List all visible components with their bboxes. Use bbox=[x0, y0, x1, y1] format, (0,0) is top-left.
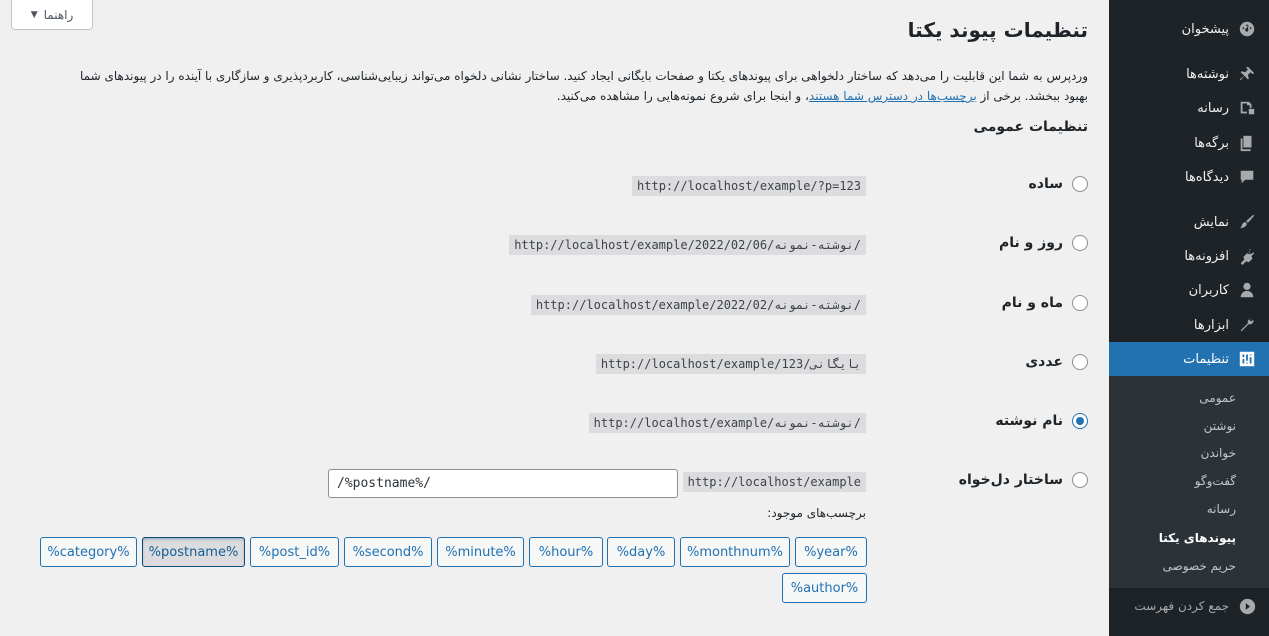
tag-button[interactable]: %author% bbox=[782, 573, 867, 603]
page-title: تنظیمات پیوند یکتا bbox=[907, 18, 1088, 42]
caret-down-icon: ▼ bbox=[30, 9, 38, 20]
help-tab-button[interactable]: راهنما ▼ bbox=[11, 0, 93, 30]
sidebar-item-dashboard[interactable]: پیشخوان bbox=[1109, 12, 1269, 46]
sidebar-item-label: افزونه‌ها bbox=[1184, 248, 1229, 264]
sidebar-item-pin[interactable]: نوشته‌ها bbox=[1109, 57, 1269, 91]
media-icon bbox=[1237, 98, 1257, 118]
permalink-radio[interactable] bbox=[1072, 235, 1088, 251]
sidebar-item-comments[interactable]: دیدگاه‌ها bbox=[1109, 160, 1269, 194]
tag-button[interactable]: %second% bbox=[344, 537, 432, 567]
sidebar-item-label: تنظیمات bbox=[1183, 351, 1229, 367]
submenu-item[interactable]: نوشتن bbox=[1109, 414, 1269, 438]
sidebar-item-label: نمایش bbox=[1193, 214, 1229, 230]
help-tab-label: راهنما bbox=[43, 7, 74, 22]
sidebar-item-pages[interactable]: برگه‌ها bbox=[1109, 126, 1269, 160]
sidebar-item-label: دیدگاه‌ها bbox=[1184, 169, 1229, 185]
pages-icon bbox=[1237, 133, 1257, 153]
sidebar-item-brush[interactable]: نمایش bbox=[1109, 205, 1269, 239]
tag-button[interactable]: %hour% bbox=[529, 537, 603, 567]
tag-button[interactable]: %day% bbox=[607, 537, 675, 567]
submenu-item[interactable]: خواندن bbox=[1109, 441, 1269, 465]
tag-button[interactable]: %year% bbox=[795, 537, 867, 567]
plugin-icon bbox=[1237, 246, 1257, 266]
tag-button[interactable]: %category% bbox=[40, 537, 137, 567]
tag-button[interactable]: %postname% bbox=[142, 537, 245, 567]
sidebar-item-label: برگه‌ها bbox=[1194, 135, 1229, 151]
example-url: http://localhost/example/?p=123 bbox=[632, 176, 866, 196]
dashboard-icon bbox=[1237, 19, 1257, 39]
settings-icon bbox=[1237, 349, 1257, 369]
example-url: http://localhost/example/2022/02/نوشته-ن… bbox=[530, 295, 866, 315]
option-name: روز و نام bbox=[998, 235, 1063, 251]
sidebar-item-settings[interactable]: تنظیمات bbox=[1101, 342, 1269, 376]
tag-button[interactable]: %post_id% bbox=[250, 537, 339, 567]
permalink-radio[interactable] bbox=[1072, 413, 1088, 429]
sidebar-item-label: رسانه bbox=[1197, 100, 1229, 116]
submenu-item[interactable]: گفت‌وگو bbox=[1109, 469, 1269, 493]
permalink-option-row: عددی http://localhost/example/بایگانی/123 bbox=[20, 348, 1088, 378]
collapse-menu-label: جمع کردن فهرست bbox=[1134, 599, 1229, 613]
intro-text-end: ، و اینجا برای شروع نمونه‌هایی را مشاهده… bbox=[556, 89, 809, 103]
option-name: عددی bbox=[1025, 354, 1063, 370]
collapse-menu-button[interactable]: جمع کردن فهرست bbox=[1109, 594, 1269, 618]
option-name: ساختار دل‌خواه bbox=[958, 472, 1063, 488]
permalink-option-row: ساده http://localhost/example/?p=123 bbox=[20, 170, 1088, 200]
sidebar-item-label: ابزارها bbox=[1193, 317, 1229, 333]
example-url: http://localhost/example bbox=[682, 472, 866, 492]
option-name: نام نوشته bbox=[995, 413, 1063, 429]
sidebar-item-wrench[interactable]: ابزارها bbox=[1109, 308, 1269, 342]
sidebar-item-media[interactable]: رسانه bbox=[1109, 91, 1269, 125]
example-url: http://localhost/example/2022/02/06/نوشت… bbox=[509, 235, 866, 255]
permalink-radio[interactable] bbox=[1072, 295, 1088, 311]
main-content: راهنما ▼ تنظیمات پیوند یکتا وردپرس به شم… bbox=[0, 0, 1109, 636]
tag-button[interactable]: %minute% bbox=[437, 537, 524, 567]
permalink-option-label[interactable]: روز و نام bbox=[999, 235, 1088, 251]
tag-button[interactable]: %monthnum% bbox=[680, 537, 790, 567]
pin-icon bbox=[1237, 64, 1257, 84]
option-name: ساده bbox=[1028, 176, 1063, 192]
option-name: ماه و نام bbox=[1001, 295, 1063, 311]
permalink-option-label[interactable]: عددی bbox=[1025, 354, 1088, 370]
comments-icon bbox=[1237, 167, 1257, 187]
example-url: http://localhost/example/نوشته-نمونه/ bbox=[588, 413, 866, 433]
submenu-item[interactable]: رسانه bbox=[1109, 497, 1269, 521]
brush-icon bbox=[1237, 212, 1257, 232]
user-icon bbox=[1237, 280, 1257, 300]
wrench-icon bbox=[1237, 315, 1257, 335]
sidebar-item-plugin[interactable]: افزونه‌ها bbox=[1109, 239, 1269, 273]
collapse-icon bbox=[1237, 596, 1257, 616]
submenu-item[interactable]: حریم خصوصی bbox=[1109, 554, 1269, 578]
intro-paragraph: وردپرس به شما این قابلیت را می‌دهد که سا… bbox=[58, 66, 1088, 106]
sidebar-item-user[interactable]: کاربران bbox=[1109, 273, 1269, 307]
permalink-option-row: روز و نام http://localhost/example/2022/0… bbox=[20, 229, 1088, 259]
submenu-item[interactable]: عمومی bbox=[1109, 386, 1269, 410]
settings-submenu: عمومی نوشتن خواندن گفت‌وگو رسانه پیوندهای یکت… bbox=[1109, 376, 1269, 588]
available-tags-label: برچسب‌های موجود: bbox=[767, 506, 866, 520]
custom-structure-input[interactable]: /%postname%/ bbox=[328, 469, 678, 498]
permalink-option-row: نام نوشته http://localhost/example/نوشته-… bbox=[20, 407, 1088, 437]
permalink-option-row: ماه و نام http://localhost/example/2022/0… bbox=[20, 289, 1088, 319]
permalink-option-label[interactable]: ساده bbox=[1029, 176, 1088, 192]
permalink-radio[interactable] bbox=[1072, 354, 1088, 370]
sidebar-item-label: پیشخوان bbox=[1181, 21, 1229, 37]
sidebar-item-label: کاربران bbox=[1188, 282, 1229, 298]
permalink-option-label[interactable]: نام نوشته bbox=[995, 413, 1088, 429]
permalink-radio[interactable] bbox=[1072, 472, 1088, 488]
sidebar-item-label: نوشته‌ها bbox=[1186, 66, 1229, 82]
permalink-option-label[interactable]: ماه و نام bbox=[1002, 295, 1088, 311]
section-title: تنظیمات عمومی bbox=[973, 119, 1088, 135]
permalink-option-label[interactable]: ساختار دل‌خواه bbox=[959, 472, 1088, 488]
admin-sidebar: پیشخوان نوشته‌ها رسانه برگه‌ها دیدگاه‌ها نمای… bbox=[1101, 0, 1269, 636]
example-url: http://localhost/example/بایگانی/123 bbox=[595, 354, 866, 374]
tags-help-link[interactable]: برچسب‌ها در دسترس شما هستند bbox=[809, 89, 977, 103]
permalink-radio[interactable] bbox=[1072, 176, 1088, 192]
submenu-item[interactable]: پیوندهای یکتا bbox=[1109, 526, 1269, 550]
